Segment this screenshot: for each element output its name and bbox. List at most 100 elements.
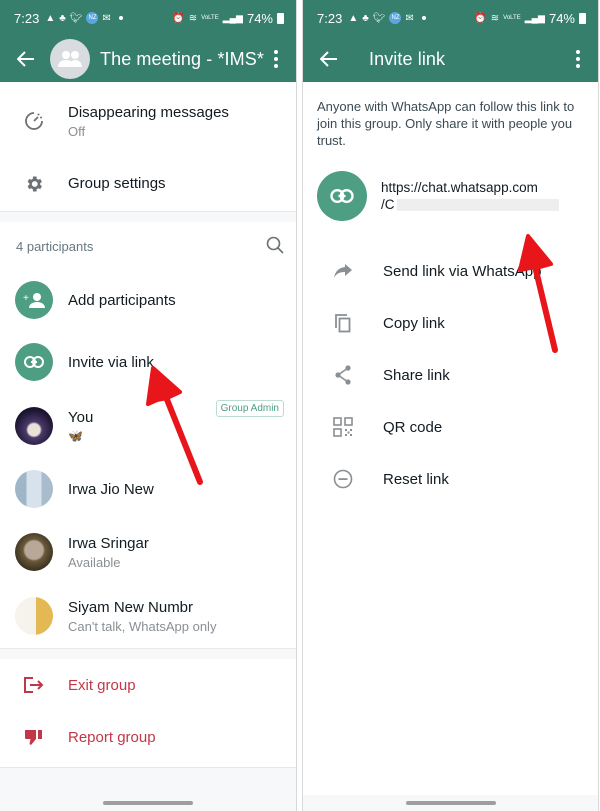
battery-icon (579, 12, 586, 24)
action-label: Copy link (383, 314, 445, 332)
twitter-icon: 🐦︎ (69, 12, 83, 24)
group-settings-row[interactable]: Group settings (0, 156, 296, 211)
back-button[interactable] (14, 47, 38, 71)
navigation-bar (0, 767, 296, 811)
qr-code-button[interactable]: QR code (303, 401, 598, 453)
photos-icon: ▲ (348, 12, 359, 24)
navigation-bar (303, 795, 598, 811)
timer-icon (25, 112, 43, 130)
setting-label: Group settings (68, 175, 166, 192)
add-participants-row[interactable]: + Add participants (0, 270, 296, 330)
group-admin-badge: Group Admin (215, 400, 284, 417)
action-label: QR code (383, 418, 443, 436)
invite-link-url[interactable]: https://chat.whatsapp.com /C (381, 179, 559, 213)
mail-icon: ✉ (405, 12, 414, 24)
mail-icon: ✉ (102, 12, 111, 24)
copy-icon (335, 314, 351, 333)
participant-name: Siyam New Numbr (68, 598, 194, 616)
status-bar: 7:23 ▲ ♣ 🐦︎ NZ ✉ ⏰ ≋ VoLTE ▂▄▆ 74% (303, 0, 598, 36)
report-group-row[interactable]: Report group (0, 711, 296, 763)
participant-row[interactable]: You 🦋 Group Admin (0, 394, 296, 458)
volte-icon: VoLTE (201, 15, 219, 21)
signal-icon: ▂▄▆ (222, 12, 243, 23)
notification-icons: ▲ ♣ 🐦︎ NZ ✉ (348, 12, 426, 24)
search-participants-button[interactable] (266, 236, 284, 257)
home-gesture-handle[interactable] (405, 801, 496, 805)
send-link-via-whatsapp-button[interactable]: Send link via WhatsApp (303, 245, 598, 297)
reset-icon (333, 469, 353, 489)
battery-percent: 74% (548, 10, 575, 26)
invite-link-screen: 7:23 ▲ ♣ 🐦︎ NZ ✉ ⏰ ≋ VoLTE ▂▄▆ 74% Invit… (302, 0, 599, 811)
avatar (15, 597, 53, 635)
share-icon (335, 365, 351, 385)
status-time: 7:23 (14, 10, 40, 26)
link-icon (317, 171, 367, 221)
group-avatar[interactable] (50, 39, 90, 79)
group-title[interactable]: The meeting - *IMS* (100, 49, 264, 70)
dot-icon (118, 16, 123, 20)
qr-code-icon (333, 417, 353, 437)
app-bar: 7:23 ▲ ♣ 🐦︎ NZ ✉ ⏰ ≋ VoLTE ▂▄▆ 74% (303, 0, 598, 82)
twitter-icon: 🐦︎ (372, 12, 386, 24)
participant-status: 🦋 (68, 429, 83, 443)
invite-link-row[interactable]: https://chat.whatsapp.com /C (303, 149, 598, 221)
overflow-menu-button[interactable] (570, 47, 586, 71)
app-bar: 7:23 ▲ ♣ 🐦︎ NZ ✉ ⏰ ≋ VoLTE ▂▄▆ 74% (0, 0, 296, 82)
dot-icon (421, 16, 426, 20)
status-time: 7:23 (317, 10, 343, 26)
home-gesture-handle[interactable] (103, 801, 193, 805)
wifi-icon: ≋ (188, 12, 198, 24)
back-arrow-icon (320, 51, 337, 67)
participant-row[interactable]: Irwa Sringar Available (0, 520, 296, 584)
wellbeing-icon: ♣ (362, 12, 369, 24)
wifi-icon: ≋ (490, 12, 500, 24)
share-link-button[interactable]: Share link (303, 349, 598, 401)
system-icons: ⏰ ≋ VoLTE ▂▄▆ 74% (474, 11, 586, 26)
copy-link-button[interactable]: Copy link (303, 297, 598, 349)
wellbeing-icon: ♣ (59, 12, 66, 24)
screen-title: Invite link (369, 48, 446, 69)
disappearing-messages-row[interactable]: Disappearing messages Off (0, 82, 296, 156)
nz-badge-icon: NZ (86, 12, 99, 24)
action-label: Send link via WhatsApp (383, 262, 542, 280)
nz-badge-icon: NZ (389, 12, 402, 24)
toolbar: The meeting - *IMS* (0, 36, 296, 82)
photos-icon: ▲ (45, 12, 56, 24)
section-divider (0, 211, 296, 222)
add-person-icon: + (15, 281, 53, 319)
avatar (15, 533, 53, 571)
exit-icon (24, 677, 44, 693)
avatar (15, 407, 53, 445)
exit-group-row[interactable]: Exit group (0, 659, 296, 711)
avatar (15, 470, 53, 508)
participant-row[interactable]: Siyam New Numbr Can't talk, WhatsApp onl… (0, 584, 296, 648)
alarm-icon: ⏰ (474, 12, 487, 24)
svg-text:+: + (23, 293, 29, 304)
participant-name: Irwa Sringar (68, 534, 149, 552)
forward-icon (334, 264, 352, 278)
participant-status: Available (68, 554, 121, 570)
invite-description: Anyone with WhatsApp can follow this lin… (317, 99, 575, 148)
participant-name: You (68, 409, 94, 426)
volte-icon: VoLTE (503, 15, 521, 21)
participant-row[interactable]: Irwa Jio New (0, 458, 296, 520)
participant-status: Can't talk, WhatsApp only (68, 618, 217, 634)
setting-value: Off (68, 123, 86, 139)
search-icon (266, 236, 284, 254)
invite-link-path: /C (381, 197, 395, 212)
reset-link-button[interactable]: Reset link (303, 453, 598, 505)
signal-icon: ▂▄▆ (524, 12, 545, 23)
report-group-label: Report group (68, 728, 156, 746)
action-label: Share link (383, 366, 450, 384)
status-bar: 7:23 ▲ ♣ 🐦︎ NZ ✉ ⏰ ≋ VoLTE ▂▄▆ 74% (0, 0, 296, 36)
invite-link-host: https://chat.whatsapp.com (381, 180, 538, 195)
overflow-menu-button[interactable] (268, 47, 284, 71)
notification-icons: ▲ ♣ 🐦︎ NZ ✉ (45, 12, 123, 24)
participant-name: Irwa Jio New (68, 480, 154, 498)
toolbar: Invite link (303, 36, 598, 82)
back-arrow-icon (17, 51, 34, 67)
invite-via-link-row[interactable]: Invite via link (0, 330, 296, 394)
thumbs-down-icon (25, 730, 42, 745)
action-label: Add participants (68, 291, 176, 309)
back-button[interactable] (317, 47, 341, 71)
